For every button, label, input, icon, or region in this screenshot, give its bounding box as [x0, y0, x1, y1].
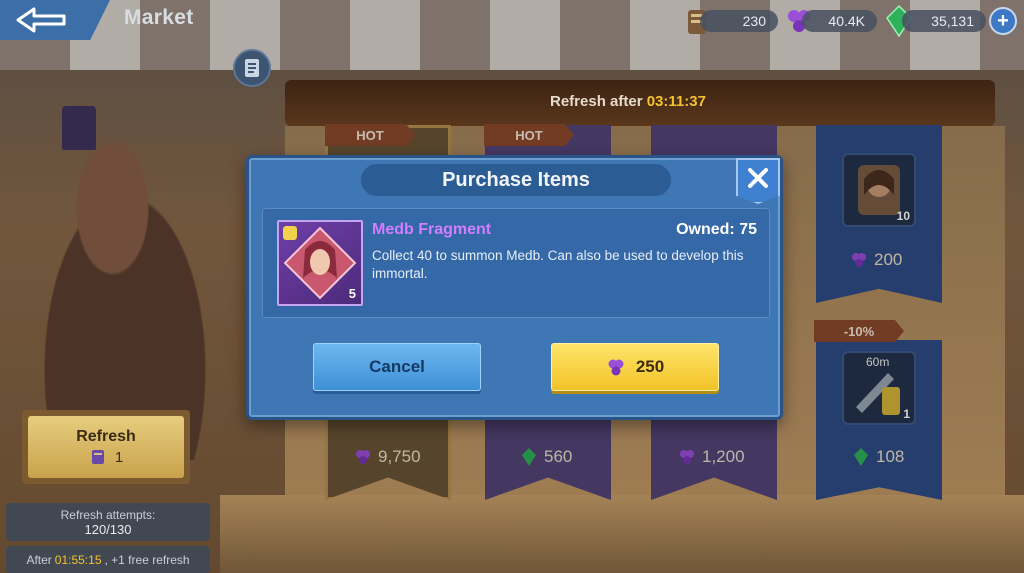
add-gems-button[interactable]: + [989, 7, 1017, 35]
refresh-button[interactable]: Refresh 1 [28, 416, 184, 478]
grape-currency-icon [608, 359, 624, 376]
free-refresh-info: After 01:55:15, +1 free refresh [6, 546, 210, 573]
page-title: Market [124, 6, 194, 29]
cancel-button[interactable]: Cancel [313, 343, 481, 391]
scroll-currency-icon [91, 450, 104, 464]
refresh-button-label: Refresh [76, 428, 136, 445]
item-icon: 5 [277, 220, 363, 306]
item-description: Collect 40 to summon Medb. Can also be u… [372, 248, 744, 281]
refresh-countdown: Refresh after 03:11:37 [550, 93, 706, 110]
buy-price: 250 [635, 357, 665, 376]
grape-currency: 40.4K [802, 10, 877, 32]
free-refresh-suffix: , +1 free refresh [104, 552, 190, 567]
item-quantity: 5 [348, 286, 356, 301]
refresh-cost: 1 [89, 448, 123, 466]
back-arrow-icon [16, 7, 66, 33]
scroll-currency: 230 [700, 10, 778, 32]
attempts-value: 120/130 [84, 521, 132, 537]
document-icon [245, 59, 259, 77]
close-icon [748, 168, 768, 188]
dialog-title: Purchase Items [361, 164, 671, 196]
free-refresh-timer: 01:55:15 [54, 552, 102, 567]
refresh-label: Refresh after [550, 93, 643, 110]
purchase-dialog: Purchase Items 5 Medb Fragment Owned: 75… [246, 155, 783, 420]
refresh-cost-value: 1 [114, 448, 124, 466]
owned-count: Owned: 75 [676, 221, 757, 238]
refresh-timer: 03:11:37 [646, 93, 706, 110]
gem-currency: 35,131 [902, 10, 986, 32]
purchase-log-button[interactable] [233, 49, 271, 87]
attempts-label: Refresh attempts: [60, 507, 156, 522]
refresh-attempts: Refresh attempts: 120/130 [6, 503, 210, 541]
item-info-panel: 5 Medb Fragment Owned: 75 Collect 40 to … [262, 208, 770, 318]
close-button[interactable] [736, 158, 780, 204]
buy-button[interactable]: 250 [551, 343, 719, 391]
refresh-card: Refresh 1 [22, 410, 190, 484]
item-name: Medb Fragment [372, 221, 492, 238]
free-refresh-prefix: After [26, 552, 52, 567]
